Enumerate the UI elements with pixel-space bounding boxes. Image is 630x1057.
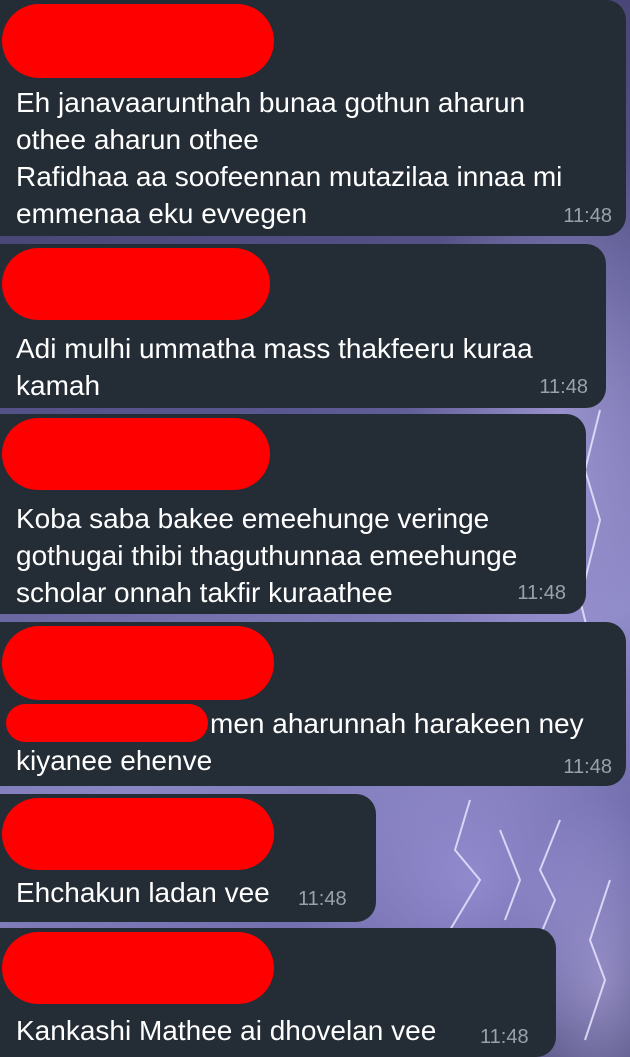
message-bubble[interactable]: Adi mulhi ummatha mass thakfeeru kuraa k…	[0, 244, 606, 408]
message-timestamp: 11:48	[480, 1026, 529, 1048]
message-text: Ehchakun ladan vee	[16, 877, 270, 908]
message-text: Koba saba bakee emeehunge veringe gothug…	[16, 503, 518, 608]
message-text: Adi mulhi ummatha mass thakfeeru kuraa k…	[16, 333, 533, 401]
message-bubble[interactable]: Ehchakun ladan vee 11:48	[0, 794, 376, 922]
message-text: kiyanee ehenve	[16, 745, 213, 776]
message-bubble[interactable]: men aharunnah harakeen ney kiyanee ehenv…	[0, 622, 626, 786]
message-timestamp: 11:48	[539, 376, 588, 398]
message-timestamp: 11:48	[517, 582, 566, 604]
message-timestamp: 11:48	[563, 756, 612, 778]
redacted-mention	[6, 704, 208, 742]
message-bubble[interactable]: Eh janavaarunthah bunaa gothun aharun ot…	[0, 0, 626, 236]
redacted-sender-name	[2, 626, 274, 700]
message-bubble[interactable]: Koba saba bakee emeehunge veringe gothug…	[0, 414, 586, 614]
redacted-sender-name	[2, 248, 270, 320]
message-text: Kankashi Mathee ai dhovelan vee	[16, 1015, 437, 1046]
redacted-sender-name	[2, 798, 274, 870]
message-bubble[interactable]: Kankashi Mathee ai dhovelan vee 11:48	[0, 928, 556, 1057]
redacted-sender-name	[2, 418, 270, 490]
redacted-sender-name	[2, 4, 274, 78]
message-text: Eh janavaarunthah bunaa gothun aharun ot…	[16, 87, 563, 229]
redacted-sender-name	[2, 932, 274, 1004]
message-timestamp: 11:48	[298, 888, 347, 910]
message-text-after-redaction: men aharunnah harakeen ney	[210, 708, 584, 739]
message-timestamp: 11:48	[563, 205, 612, 227]
